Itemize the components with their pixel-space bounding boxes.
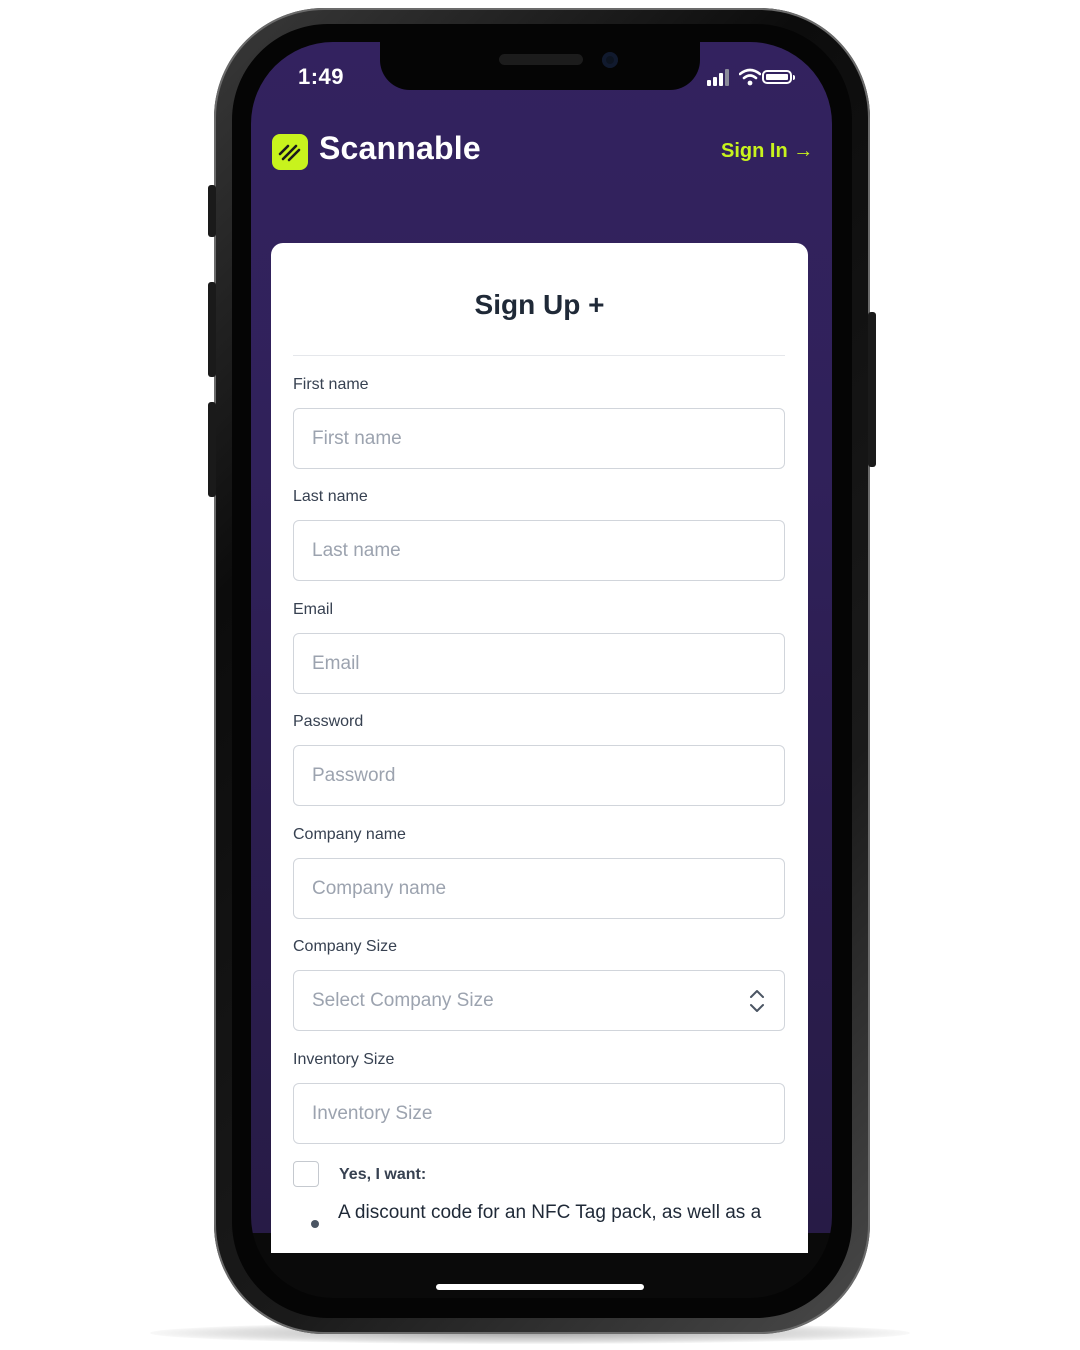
company-name-label: Company name [293, 826, 406, 843]
password-label: Password [293, 713, 364, 730]
phone-screen: 1:49 Scannable Sign In → Sign Up + First… [251, 42, 832, 1298]
app-background: 1:49 Scannable Sign In → Sign Up + First… [251, 42, 832, 1253]
sign-in-link[interactable]: Sign In → [721, 140, 813, 163]
status-time: 1:49 [298, 64, 345, 89]
inventory-size-label: Inventory Size [293, 1051, 395, 1068]
home-indicator[interactable] [436, 1284, 644, 1290]
volume-down-button [208, 402, 216, 497]
select-chevrons-icon [748, 988, 766, 1014]
brand-name: Scannable [319, 130, 481, 166]
company-size-label: Company Size [293, 938, 398, 955]
volume-up-button [208, 282, 216, 377]
opt-in-checkbox[interactable] [293, 1161, 319, 1187]
company-name-input[interactable] [293, 858, 785, 919]
inventory-size-input[interactable] [293, 1083, 785, 1144]
first-name-label: First name [293, 376, 369, 393]
last-name-label: Last name [293, 488, 368, 505]
email-label: Email [293, 601, 334, 618]
status-icons [707, 68, 807, 88]
speaker-grille [499, 54, 583, 65]
email-input[interactable] [293, 633, 785, 694]
phone-notch [380, 42, 700, 90]
battery-icon [762, 70, 795, 84]
password-input[interactable] [293, 745, 785, 806]
wifi-icon [738, 68, 762, 91]
title-divider [293, 355, 785, 356]
opt-in-bullet-text: A discount code for an NFC Tag pack, as … [338, 1202, 762, 1223]
last-name-input[interactable] [293, 520, 785, 581]
first-name-input[interactable] [293, 408, 785, 469]
scannable-logo-icon [272, 134, 308, 170]
company-size-value: Select Company Size [312, 990, 494, 1011]
front-camera [602, 52, 618, 68]
signup-card: Sign Up + First name Last name Email Pas… [271, 243, 808, 1253]
company-size-select[interactable]: Select Company Size [293, 970, 785, 1031]
signal-icon [707, 68, 731, 86]
bullet-dot [311, 1220, 319, 1228]
mute-switch [208, 185, 216, 237]
power-button [868, 312, 876, 467]
page-title: Sign Up + [474, 289, 605, 320]
opt-in-label: Yes, I want: [339, 1166, 427, 1183]
